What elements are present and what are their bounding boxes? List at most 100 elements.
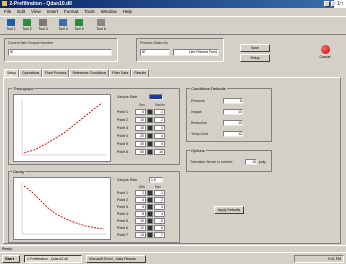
throughput-title: Throughput [12,86,35,91]
menu-view[interactable]: View [31,8,41,15]
table-row: Point 484 [117,210,165,217]
menu-format[interactable]: Format [64,8,78,15]
tab-fluid-process[interactable]: Fluid Process [42,69,70,77]
decay-rate-label: Sample Rate [117,178,138,182]
cancel-label: Cancel [319,55,331,59]
stop-icon [320,45,330,54]
condition-field-temp[interactable]: 12 [223,131,243,137]
condition-label-reduction: Reduction [191,121,207,125]
grid-icon [75,19,83,26]
decay-series [23,185,105,230]
taskbar-item-app[interactable]: 2-Prefiltration - Qdan10.dll [24,255,82,263]
menu-insert[interactable]: Insert [47,8,58,15]
table-row: Point 3 15 3 [117,124,165,131]
tab-setup[interactable]: Setup [4,69,20,77]
arrow-icon [59,19,67,26]
table-row: Point 2 10 2 [117,116,165,123]
minimize-button[interactable] [324,1,330,7]
table-row: Point 242 [117,196,165,203]
decay-title: Decay [12,169,26,174]
tab-reference-conditions[interactable]: Reference Conditions [69,69,110,77]
chart-icon [23,19,31,26]
decay-group: Decay Sample Rate 1.5 Min Sec Point 121 … [8,169,180,243]
menu-help[interactable]: Help [123,8,132,15]
tool-button-6[interactable]: Tool 6 [94,19,108,34]
save-icon [7,19,15,26]
window-title: 2-Prefiltration - Qdan10.dll [9,1,72,7]
feed-field[interactable]: Lieb Filtered Feed [173,49,219,56]
menu-window[interactable]: Window [101,8,117,15]
taskbar: Start 2-Prefiltration - Qdan10.dll Micro… [0,252,346,264]
options-title: Options [190,148,206,153]
table-icon [39,19,47,26]
tab-operations[interactable]: Operations [19,69,43,77]
condition-field-reduction[interactable]: 10 [223,120,243,126]
tab-filter-data[interactable]: Filter Data [109,69,132,77]
taskbar-item-excel[interactable]: Microsoft Excel - Data Results [86,255,146,263]
table-row: Point 363 [117,203,165,210]
print-icon [97,19,105,26]
tab-results[interactable]: Results [131,69,149,77]
application-window: 2-Prefiltration - Qdan10.dll - 1□ File E… [0,0,346,264]
tab-bar: Setup Operations Fluid Process Reference… [4,69,149,77]
tab-content-panel: Throughput Sample Rate Sec Sec/in Point … [3,77,341,244]
condition-field-impact[interactable]: 10 [223,109,243,115]
condition-label-impact: Impact [191,110,202,114]
tool-button-3[interactable]: Tool 3 [36,19,50,34]
table-row: Point 5 30 5 [117,140,165,147]
table-row: Point 121 [117,189,165,196]
cancel-button[interactable]: Cancel [318,44,332,66]
clock: 9:41 PM [327,257,341,261]
menu-tools[interactable]: Tools [84,8,95,15]
title-extra: - 1□ [334,0,346,8]
decay-plot [13,177,111,240]
options-group: Options Transition Sense to exceed 15 ps… [186,148,272,172]
throughput-series [23,102,103,154]
process-label: Process Sales No. [140,41,169,45]
source-field[interactable]: IE [8,49,112,56]
decay-curve-svg [21,182,106,235]
options-field[interactable]: 15 [245,159,257,165]
throughput-col2: Sec/in [155,103,165,107]
status-bar: Ready [0,245,346,252]
table-row: Point 5 10 5 [117,217,165,224]
apply-defaults-button[interactable]: Apply Defaults [214,206,244,214]
throughput-group: Throughput Sample Rate Sec Sec/in Point … [8,86,180,165]
decay-rate-field[interactable]: 1.5 [149,177,163,183]
setup-button[interactable]: Setup [240,54,270,62]
table-row: Point 6 60 10 [117,148,165,155]
throughput-curve-svg [21,99,106,156]
table-row: Point 4 20 4 [117,132,165,139]
throughput-col1: Sec [139,103,146,107]
condition-label-pressure: Pressure [191,99,206,103]
save-button[interactable]: Save [240,44,270,52]
condition-field-pressure[interactable]: 8 [223,98,243,104]
system-tray: 9:41 PM [294,255,344,263]
options-unit: psig [259,160,266,164]
table-row: Point 6 12 6 [117,224,165,231]
menu-file[interactable]: File [4,8,11,15]
toolbar: Tool 1 Tool 2 Tool 3 Tool 4 Tool 5 Tool … [0,16,346,35]
app-icon [2,1,7,6]
conditions-title: Conditions Defaults [190,86,227,91]
start-button[interactable]: Start [2,255,20,263]
throughput-rate-field[interactable] [149,94,163,100]
options-label: Transition Sense to exceed [190,160,233,164]
throughput-rate-label: Sample Rate [117,95,138,99]
throughput-plot [13,94,111,162]
source-panel: Current Item Source Number IE [4,38,118,62]
menu-bar: File Edit View Insert Format Tools Windo… [0,8,346,15]
title-bar: 2-Prefiltration - Qdan10.dll [0,0,338,8]
tool-button-4[interactable]: Tool 4 [56,19,70,34]
source-label: Current Item Source Number [8,41,53,45]
condition-label-temp: Temp Limit [191,132,208,136]
process-field[interactable]: IE [140,49,170,56]
process-panel: Process Sales No. IE Lieb Filtered Feed [136,38,224,62]
tool-button-5[interactable]: Tool 5 [72,19,86,34]
tool-button-1[interactable]: Tool 1 [4,19,18,34]
menu-edit[interactable]: Edit [17,8,25,15]
table-row: Point 7 14 7 [117,231,165,238]
table-row: Point 151 [117,108,165,115]
tool-button-2[interactable]: Tool 2 [20,19,34,34]
conditions-group: Conditions Defaults Pressure 8 Impact 10… [186,86,272,142]
